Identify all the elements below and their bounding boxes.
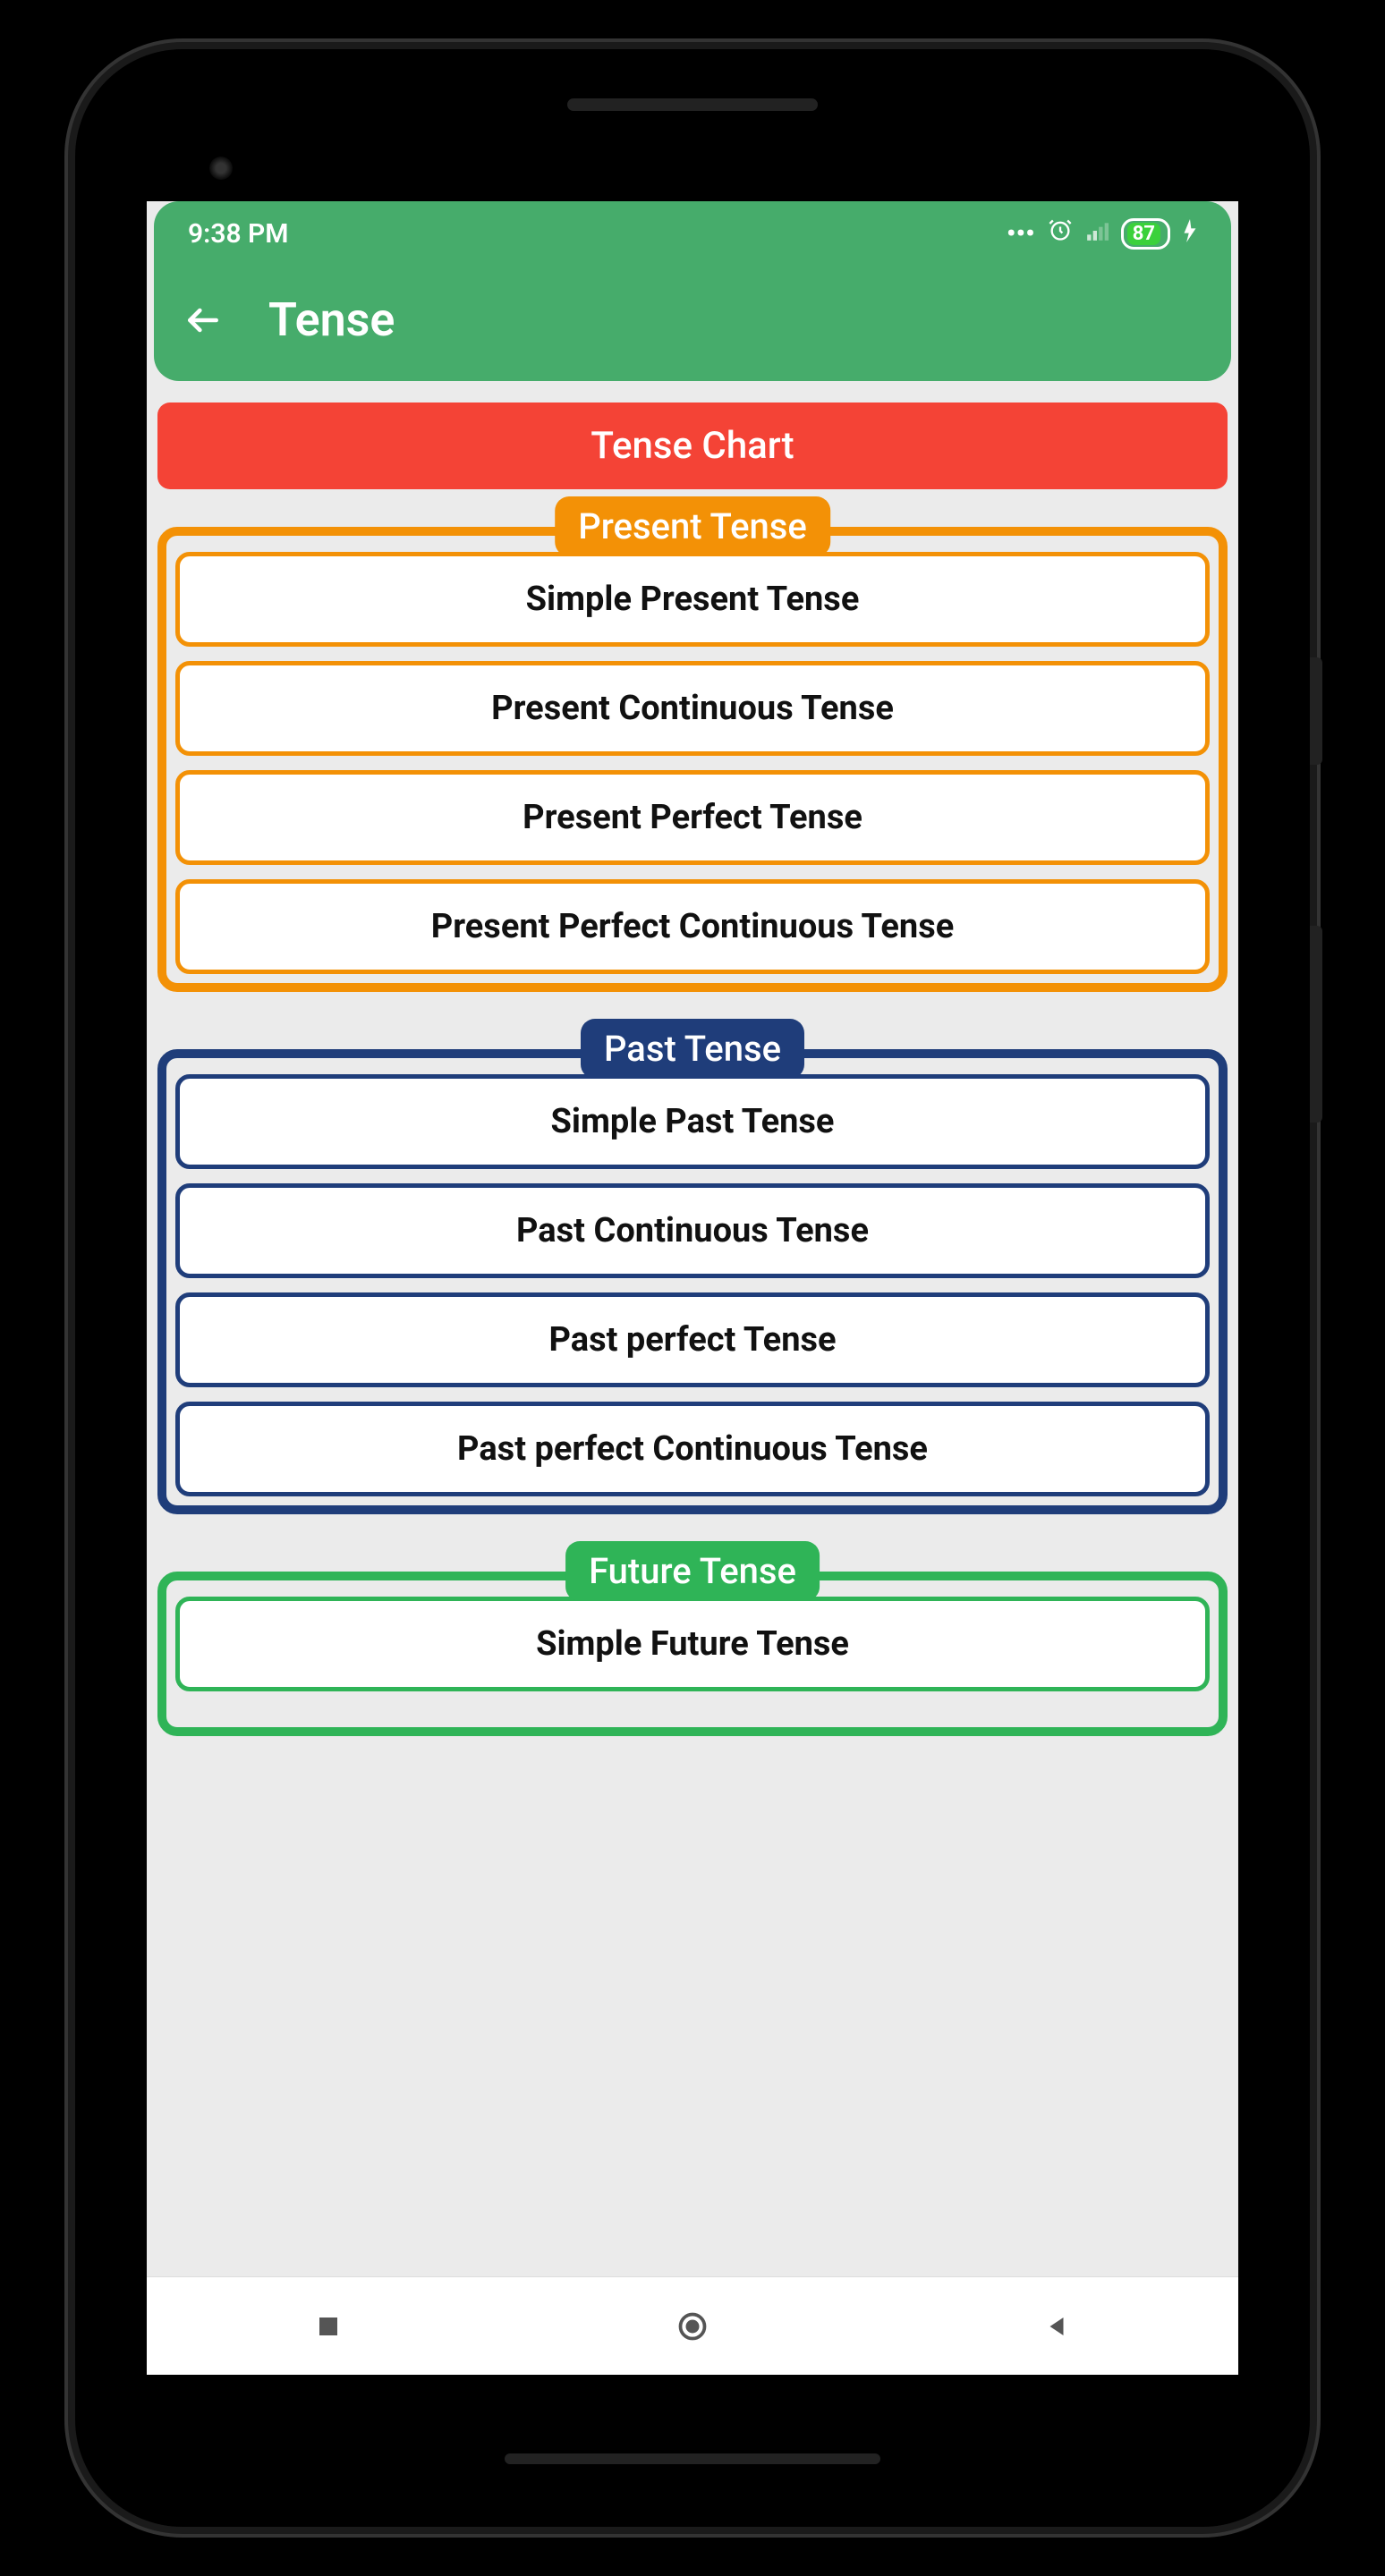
- front-camera: [209, 157, 233, 180]
- tense-item-past-perfect-continuous[interactable]: Past perfect Continuous Tense: [175, 1402, 1210, 1496]
- status-right: ••• 87: [1007, 217, 1197, 250]
- battery-indicator: 87: [1121, 218, 1170, 250]
- tense-item-past-continuous[interactable]: Past Continuous Tense: [175, 1183, 1210, 1278]
- phone-frame: 9:38 PM ••• 87: [75, 49, 1310, 2527]
- top-bar: 9:38 PM ••• 87: [154, 201, 1231, 381]
- present-tense-label: Present Tense: [555, 496, 830, 556]
- tense-item-present-perfect-continuous[interactable]: Present Perfect Continuous Tense: [175, 879, 1210, 974]
- app-bar: Tense: [154, 257, 1231, 356]
- tense-chart-header[interactable]: Tense Chart: [157, 402, 1228, 489]
- nav-recent-icon[interactable]: [310, 2309, 346, 2344]
- past-tense-group: Past Tense Simple Past Tense Past Contin…: [157, 1049, 1228, 1514]
- tense-item-present-perfect[interactable]: Present Perfect Tense: [175, 770, 1210, 865]
- signal-icon: [1085, 218, 1109, 250]
- tense-item-simple-past[interactable]: Simple Past Tense: [175, 1074, 1210, 1169]
- nav-home-icon[interactable]: [675, 2309, 710, 2344]
- speaker-top: [567, 98, 818, 111]
- back-button[interactable]: [181, 298, 225, 343]
- tense-item-simple-future[interactable]: Simple Future Tense: [175, 1597, 1210, 1691]
- more-icon: •••: [1007, 218, 1035, 250]
- alarm-icon: [1048, 217, 1073, 250]
- speaker-bottom: [505, 2453, 880, 2464]
- status-bar: 9:38 PM ••• 87: [154, 201, 1231, 257]
- nav-back-icon[interactable]: [1039, 2309, 1075, 2344]
- charging-icon: [1183, 218, 1197, 250]
- tense-item-past-perfect[interactable]: Past perfect Tense: [175, 1292, 1210, 1387]
- side-button: [1310, 657, 1322, 765]
- tense-item-present-continuous[interactable]: Present Continuous Tense: [175, 661, 1210, 756]
- screen: 9:38 PM ••• 87: [147, 201, 1238, 2375]
- side-button: [1310, 926, 1322, 1123]
- future-tense-group: Future Tense Simple Future Tense: [157, 1572, 1228, 1736]
- content-area: Tense Chart Present Tense Simple Present…: [147, 381, 1238, 2276]
- tense-item-simple-present[interactable]: Simple Present Tense: [175, 552, 1210, 647]
- android-nav-bar: [147, 2276, 1238, 2375]
- battery-level: 87: [1127, 223, 1160, 245]
- status-time: 9:38 PM: [188, 218, 289, 250]
- page-title: Tense: [268, 292, 395, 347]
- present-tense-group: Present Tense Simple Present Tense Prese…: [157, 527, 1228, 992]
- future-tense-label: Future Tense: [565, 1541, 820, 1601]
- past-tense-label: Past Tense: [581, 1019, 804, 1079]
